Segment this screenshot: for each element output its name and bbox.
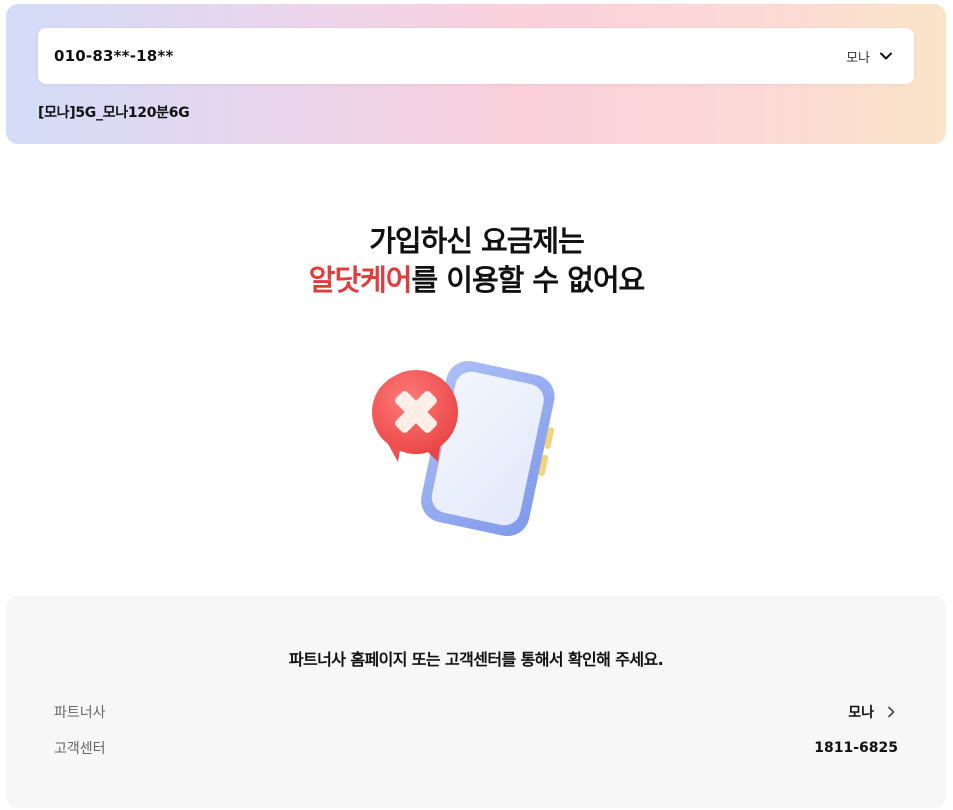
headline-line-1: 가입하신 요금제는 [369, 224, 585, 258]
partner-value: 모나 [848, 705, 874, 721]
service-name: 알닷케어 [308, 263, 413, 297]
line-selector-card: 010-83**-18** 모나 [모나]5G_모나120분6G [6, 4, 946, 144]
phone-line-dropdown[interactable]: 010-83**-18** 모나 [38, 28, 914, 84]
partner-row: 파트너사 모나 [54, 700, 898, 724]
headline-line-2: 알닷케어를 이용할 수 없어요 [0, 261, 953, 300]
chevron-right-icon [888, 706, 895, 718]
phone-number: 010-83**-18** [54, 47, 174, 65]
carrier-name: 모나 [846, 50, 870, 66]
customer-center-phone[interactable]: 1811-6825 [814, 740, 898, 756]
partner-link[interactable]: 모나 [848, 702, 898, 722]
chevron-down-icon [880, 52, 892, 60]
unavailable-message: 가입하신 요금제는 알닷케어를 이용할 수 없어요 [0, 222, 953, 300]
plan-name: [모나]5G_모나120분6G [38, 105, 190, 121]
partner-label: 파트너사 [54, 705, 106, 721]
customer-center-label: 고객센터 [54, 741, 106, 757]
headline-line-2-rest: 를 이용할 수 없어요 [411, 263, 646, 297]
customer-center-row: 고객센터 1811-6825 [54, 736, 898, 760]
info-title: 파트너사 홈페이지 또는 고객센터를 통해서 확인해 주세요. [288, 650, 664, 669]
carrier-selector[interactable]: 모나 [846, 47, 894, 66]
contact-info-card: 파트너사 홈페이지 또는 고객센터를 통해서 확인해 주세요. 파트너사 모나 … [6, 596, 946, 808]
phone-with-error-x-icon [372, 360, 555, 537]
